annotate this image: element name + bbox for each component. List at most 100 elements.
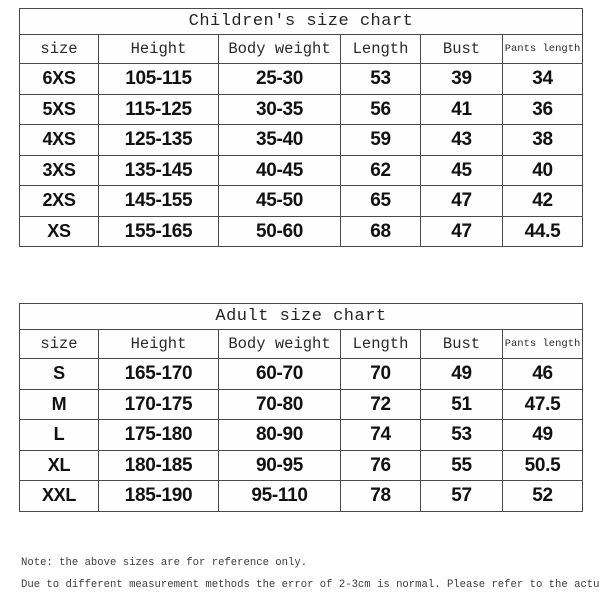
cell-length: 56	[340, 93, 421, 125]
cell-body-weight: 40-45	[218, 154, 341, 186]
table-row: XXL 185-190 95-110 78 57 52	[19, 480, 584, 512]
cell-body-weight: 70-80	[218, 388, 341, 420]
cell-pants-length: 52	[501, 480, 584, 512]
children-table-header-row: size Height Body weight Length Bust Pant…	[19, 34, 583, 64]
cell-length: 59	[340, 124, 421, 156]
cell-height: 180-185	[98, 449, 219, 481]
table-row: 2XS 145-155 45-50 65 47 42	[19, 185, 583, 217]
cell-body-weight: 35-40	[218, 124, 341, 156]
header-height: Height	[98, 329, 219, 359]
table-row: XS 155-165 50-60 68 47 44.5	[19, 215, 583, 247]
cell-body-weight: 30-35	[218, 93, 341, 125]
cell-height: 125-135	[98, 124, 219, 156]
cell-length: 53	[340, 63, 421, 95]
cell-size: 5XS	[19, 93, 99, 125]
cell-bust: 55	[420, 449, 503, 481]
cell-height: 115-125	[98, 93, 219, 125]
adult-table-header-row: size Height Body weight Length Bust Pant…	[19, 329, 584, 359]
children-size-table: Children's size chart size Height Body w…	[19, 8, 583, 247]
cell-pants-length: 50.5	[501, 449, 584, 481]
adult-size-chart-block: Adult size chart size Height Body weight…	[18, 303, 584, 512]
table-row: 6XS 105-115 25-30 53 39 34	[19, 63, 583, 95]
cell-length: 70	[340, 358, 421, 390]
header-bust: Bust	[420, 329, 503, 359]
cell-bust: 45	[420, 154, 503, 186]
header-height: Height	[98, 34, 219, 64]
cell-height: 170-175	[98, 388, 219, 420]
cell-bust: 47	[420, 185, 503, 217]
cell-pants-length: 47.5	[501, 388, 584, 420]
header-bust: Bust	[420, 34, 503, 64]
size-chart-sheet: Children's size chart size Height Body w…	[0, 0, 600, 600]
cell-bust: 53	[420, 419, 503, 451]
note-reference-only: Note: the above sizes are for reference …	[21, 557, 308, 569]
cell-length: 78	[340, 480, 421, 512]
cell-body-weight: 45-50	[218, 185, 341, 217]
cell-body-weight: 80-90	[218, 419, 341, 451]
header-size: size	[19, 329, 99, 359]
table-row: 3XS 135-145 40-45 62 45 40	[19, 154, 583, 186]
cell-bust: 49	[420, 358, 503, 390]
cell-bust: 47	[420, 215, 503, 247]
cell-height: 155-165	[98, 215, 219, 247]
cell-body-weight: 50-60	[218, 215, 341, 247]
cell-pants-length: 34	[502, 63, 583, 95]
children-size-chart-block: Children's size chart size Height Body w…	[19, 8, 583, 247]
cell-length: 62	[340, 154, 421, 186]
cell-size: 4XS	[19, 124, 99, 156]
cell-size: XS	[19, 215, 99, 247]
cell-height: 175-180	[98, 419, 219, 451]
adult-chart-title-row: Adult size chart	[18, 303, 584, 330]
adult-size-table: Adult size chart size Height Body weight…	[18, 303, 584, 512]
table-row: 4XS 125-135 35-40 59 43 38	[19, 124, 583, 156]
cell-bust: 41	[420, 93, 503, 125]
header-pants-length: Pants length	[501, 329, 584, 359]
cell-body-weight: 25-30	[218, 63, 341, 95]
cell-bust: 57	[420, 480, 503, 512]
table-row: S 165-170 60-70 70 49 46	[19, 358, 584, 390]
cell-pants-length: 46	[501, 358, 584, 390]
header-body-weight: Body weight	[218, 329, 341, 359]
cell-height: 185-190	[98, 480, 219, 512]
cell-pants-length: 49	[501, 419, 584, 451]
header-size: size	[19, 34, 99, 64]
table-row: XL 180-185 90-95 76 55 50.5	[19, 449, 584, 481]
cell-size: L	[19, 419, 99, 451]
cell-length: 74	[340, 419, 421, 451]
cell-body-weight: 60-70	[218, 358, 341, 390]
table-row: M 170-175 70-80 72 51 47.5	[19, 388, 584, 420]
cell-height: 105-115	[98, 63, 219, 95]
children-chart-title: Children's size chart	[19, 8, 583, 35]
table-row: 5XS 115-125 30-35 56 41 36	[19, 93, 583, 125]
cell-length: 68	[340, 215, 421, 247]
cell-pants-length: 36	[502, 93, 583, 125]
cell-bust: 43	[420, 124, 503, 156]
note-measurement-error: Due to different measurement methods the…	[21, 579, 600, 591]
cell-pants-length: 40	[502, 154, 583, 186]
cell-bust: 51	[420, 388, 503, 420]
cell-body-weight: 90-95	[218, 449, 341, 481]
children-chart-title-row: Children's size chart	[19, 8, 583, 35]
cell-size: XL	[19, 449, 99, 481]
cell-body-weight: 95-110	[218, 480, 341, 512]
header-body-weight: Body weight	[218, 34, 341, 64]
header-length: Length	[340, 329, 421, 359]
cell-pants-length: 42	[502, 185, 583, 217]
cell-size: 6XS	[19, 63, 99, 95]
cell-size: 2XS	[19, 185, 99, 217]
cell-length: 65	[340, 185, 421, 217]
cell-length: 72	[340, 388, 421, 420]
adult-chart-title: Adult size chart	[18, 303, 584, 330]
cell-height: 145-155	[98, 185, 219, 217]
cell-size: XXL	[19, 480, 99, 512]
cell-size: 3XS	[19, 154, 99, 186]
cell-pants-length: 38	[502, 124, 583, 156]
cell-height: 135-145	[98, 154, 219, 186]
cell-pants-length: 44.5	[502, 215, 583, 247]
header-length: Length	[340, 34, 421, 64]
table-row: L 175-180 80-90 74 53 49	[19, 419, 584, 451]
cell-height: 165-170	[98, 358, 219, 390]
cell-size: M	[19, 388, 99, 420]
cell-bust: 39	[420, 63, 503, 95]
cell-size: S	[19, 358, 99, 390]
